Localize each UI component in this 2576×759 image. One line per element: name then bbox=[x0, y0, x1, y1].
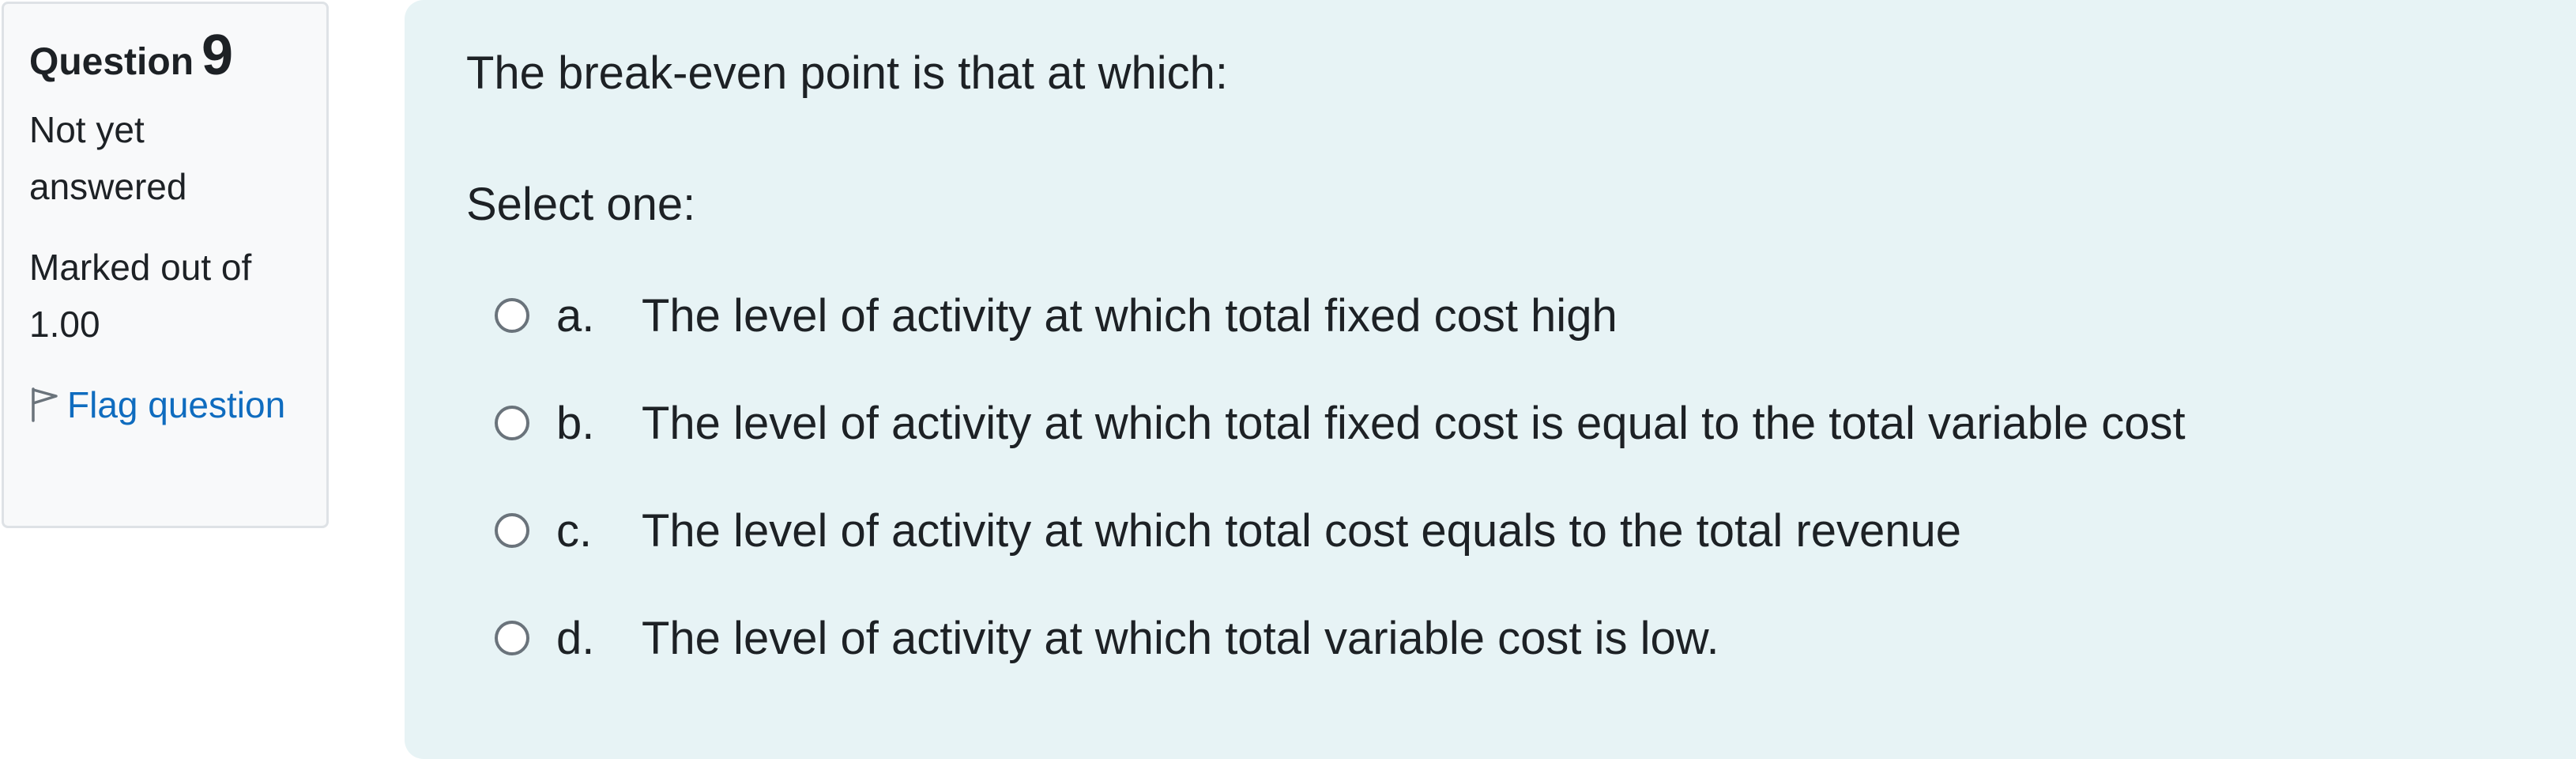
answer-letter: a. bbox=[556, 289, 595, 342]
answer-option-b[interactable]: b. The level of activity at which total … bbox=[495, 369, 2576, 477]
question-label: Question bbox=[29, 41, 194, 83]
answer-radio-c[interactable] bbox=[495, 513, 529, 549]
answer-option-a[interactable]: a. The level of activity at which total … bbox=[495, 262, 2576, 369]
answer-radio-d[interactable] bbox=[495, 621, 529, 656]
flag-question-label[interactable]: Flag question bbox=[67, 384, 285, 425]
answer-text[interactable]: The level of activity at which total fix… bbox=[642, 397, 2186, 450]
question-state: Not yet answered bbox=[29, 109, 187, 208]
answer-text[interactable]: The level of activity at which total fix… bbox=[642, 289, 1618, 342]
answer-options: a. The level of activity at which total … bbox=[466, 262, 2576, 692]
question-grade: Marked out of 1.00 bbox=[29, 247, 252, 346]
question-page: Question 9 Not yet answered Marked out of… bbox=[0, 0, 2576, 759]
answer-text[interactable]: The level of activity at which total cos… bbox=[642, 504, 1961, 557]
answer-letter: c. bbox=[556, 504, 593, 557]
question-number: 9 bbox=[201, 24, 233, 87]
question-info-panel: Question 9 Not yet answered Marked out of… bbox=[2, 2, 329, 528]
question-content-panel: The break-even point is that at which: S… bbox=[405, 0, 2576, 759]
answer-option-c[interactable]: c. The level of activity at which total … bbox=[495, 477, 2576, 584]
answer-letter: d. bbox=[556, 612, 595, 664]
answer-letter: b. bbox=[556, 397, 595, 449]
answer-option-d[interactable]: d. The level of activity at which total … bbox=[495, 584, 2576, 692]
flag-icon bbox=[29, 381, 61, 422]
select-one-prompt: Select one: bbox=[466, 178, 696, 230]
answer-text[interactable]: The level of activity at which total var… bbox=[642, 612, 1719, 665]
question-number-heading: Question 9 bbox=[29, 24, 301, 87]
flag-question-link[interactable]: Flag question bbox=[29, 376, 301, 433]
answer-radio-b[interactable] bbox=[495, 406, 529, 441]
question-text: The break-even point is that at which: bbox=[466, 47, 1228, 99]
answer-radio-a[interactable] bbox=[495, 298, 529, 334]
